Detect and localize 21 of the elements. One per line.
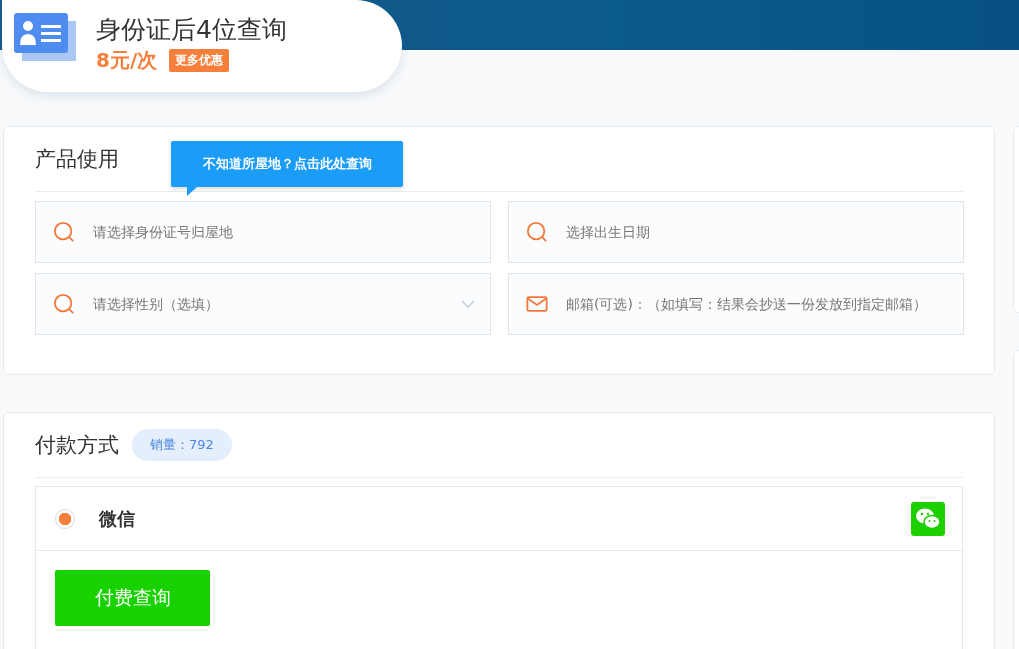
id-card-icon (14, 13, 78, 63)
chat-bubbles-icon (911, 501, 945, 536)
tooltip[interactable]: 不知道所屋地？点击此处查询 (171, 141, 403, 187)
section-title: 付款方式 (35, 432, 119, 459)
input-field[interactable]: 邮箱(可选)：（如填写：结果会抄送一份发放到指定邮箱） (508, 273, 964, 335)
section-title: 产品使用 (35, 146, 119, 173)
search-icon (526, 221, 548, 243)
search-icon (53, 221, 75, 243)
pay-query-button[interactable]: 付费查询 (55, 570, 210, 626)
search-icon (53, 293, 75, 315)
chevron-down-icon (461, 300, 475, 308)
sales-badge: 销量：792 (132, 429, 232, 461)
input-field[interactable]: 选择出生日期 (508, 201, 964, 263)
mail-icon (526, 293, 548, 315)
input-field[interactable]: 请选择身份证号归屋地 (35, 201, 491, 263)
payment-label: 微信 (99, 506, 136, 531)
price: 8元/次 (96, 47, 158, 74)
radio-button[interactable] (55, 508, 75, 529)
product-title: 身份证后4位查询 (96, 14, 287, 46)
promo-badge[interactable]: 更多优惠 (169, 49, 230, 72)
dropdown-field[interactable]: 请选择性别（选填） (35, 273, 491, 335)
